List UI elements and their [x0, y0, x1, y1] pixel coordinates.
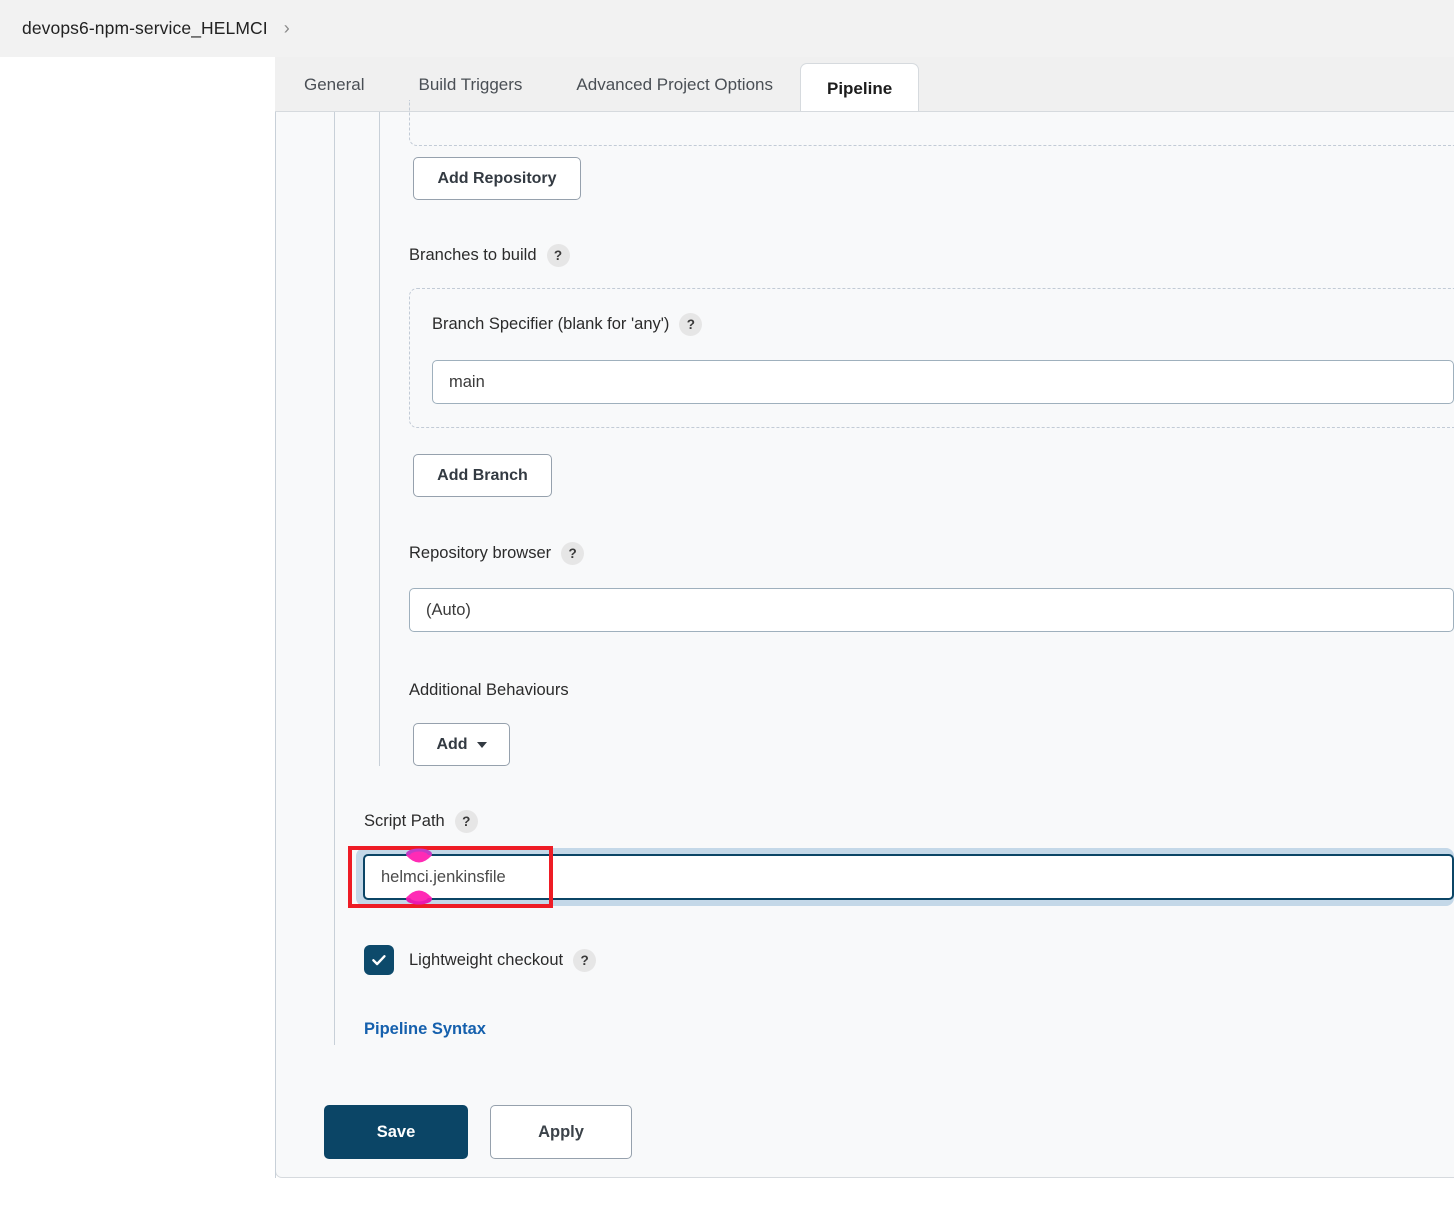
repository-browser-text: Repository browser — [409, 544, 552, 562]
help-icon-branches-to-build[interactable]: ? — [546, 244, 570, 267]
branch-specifier-label: Branch Specifier (blank for 'any') ? — [432, 313, 703, 336]
lightweight-checkout-text: Lightweight checkout — [409, 951, 564, 969]
repository-browser-select[interactable]: (Auto) — [409, 588, 1454, 632]
script-path-label: Script Path ? — [364, 810, 478, 833]
repository-browser-label: Repository browser ? — [409, 542, 585, 565]
checkmark-icon — [372, 955, 386, 966]
branches-to-build-text: Branches to build — [409, 246, 537, 264]
additional-behaviours-text: Additional Behaviours — [409, 681, 569, 699]
repository-section-container — [409, 100, 1454, 146]
add-branch-button[interactable]: Add Branch — [413, 454, 552, 497]
chevron-right-icon[interactable]: › — [284, 18, 290, 39]
help-icon-lightweight-checkout[interactable]: ? — [573, 949, 597, 972]
script-path-text: Script Path — [364, 812, 445, 830]
pipeline-form-panel — [275, 111, 1454, 1178]
branch-specifier-input[interactable]: main — [432, 360, 1454, 404]
sidebar-panel — [0, 57, 275, 1211]
add-behaviour-dropdown-button[interactable]: Add — [413, 723, 510, 766]
help-icon-branch-specifier[interactable]: ? — [679, 313, 703, 336]
branch-section-container — [409, 288, 1454, 428]
script-path-input[interactable]: helmci.jenkinsfile — [363, 854, 1454, 900]
breadcrumb-bar: devops6-npm-service_HELMCI › — [0, 0, 1454, 57]
indent-guide-level-3 — [379, 112, 380, 766]
add-behaviour-label: Add — [436, 735, 468, 753]
branch-specifier-text: Branch Specifier (blank for 'any') — [432, 315, 670, 333]
tab-bar-left-spacer — [0, 57, 275, 112]
help-icon-repository-browser[interactable]: ? — [561, 542, 585, 565]
lightweight-checkout-checkbox[interactable] — [364, 945, 394, 975]
apply-button[interactable]: Apply — [490, 1105, 632, 1159]
lightweight-checkout-label: Lightweight checkout ? — [409, 949, 597, 972]
tab-general[interactable]: General — [277, 57, 391, 112]
help-icon-script-path[interactable]: ? — [454, 810, 478, 833]
chevron-down-icon — [476, 741, 487, 748]
add-repository-button[interactable]: Add Repository — [413, 157, 581, 200]
save-button[interactable]: Save — [324, 1105, 468, 1159]
indent-guide-level-1 — [275, 112, 276, 1178]
indent-guide-level-2 — [334, 112, 335, 1045]
pipeline-syntax-link[interactable]: Pipeline Syntax — [364, 1020, 486, 1039]
branches-to-build-label: Branches to build ? — [409, 244, 570, 267]
additional-behaviours-label: Additional Behaviours — [409, 681, 569, 700]
breadcrumb-item-job[interactable]: devops6-npm-service_HELMCI — [22, 18, 268, 39]
jenkins-pipeline-config-page: devops6-npm-service_HELMCI › General Bui… — [0, 0, 1454, 1211]
